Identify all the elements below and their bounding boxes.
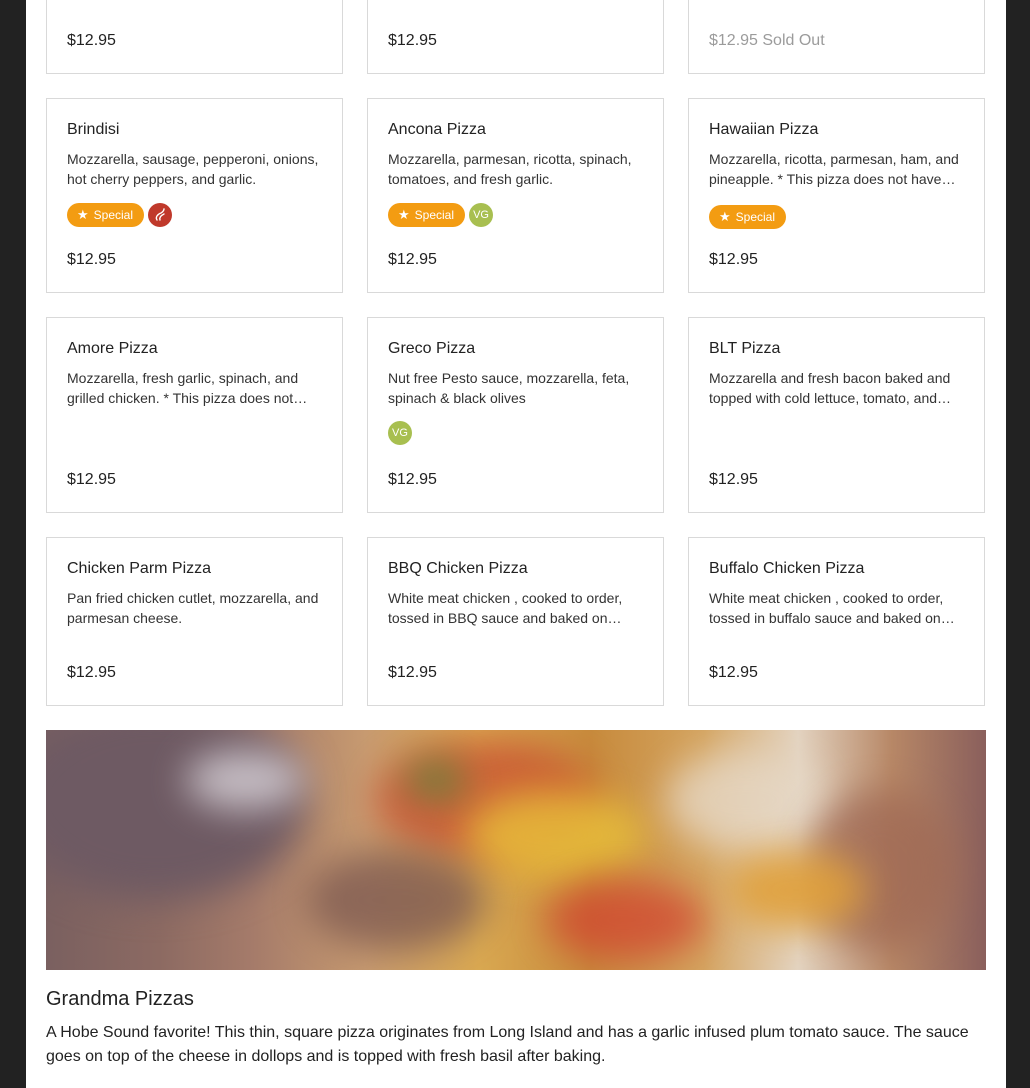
item-description: Mozzarella, sausage, pepperoni, onions, … (67, 151, 319, 187)
menu-item-card[interactable]: Greco Pizza Nut free Pesto sauce, mozzar… (367, 317, 664, 513)
item-price-sold-out: $12.95 Sold Out (709, 32, 825, 49)
hero-image-blob (546, 880, 706, 960)
item-name: Buffalo Chicken Pizza (709, 560, 865, 577)
menu-item-card[interactable]: Brindisi Mozzarella, sausage, pepperoni,… (46, 98, 343, 293)
item-price: $12.95 (388, 664, 437, 681)
menu-items-grid: $12.95 ★ $12.95 ★ $12.95 Sold Out Brindi… (46, 0, 986, 706)
item-description: Pan fried chicken cutlet, mozzarella, an… (67, 590, 319, 626)
item-name: BBQ Chicken Pizza (388, 560, 528, 577)
item-description: White meat chicken , cooked to order, to… (388, 590, 623, 626)
item-name: Hawaiian Pizza (709, 121, 819, 138)
item-description: Mozzarella, parmesan, ricotta, spinach, … (388, 151, 632, 187)
item-price: $12.95 (67, 471, 116, 488)
item-badges: ★ Special (709, 204, 964, 229)
item-name: Brindisi (67, 121, 120, 138)
menu-item-card[interactable]: BLT Pizza Mozzarella and fresh bacon bak… (688, 317, 985, 513)
item-description: Nut free Pesto sauce, mozzarella, feta, … (388, 370, 630, 406)
star-icon: ★ (77, 207, 89, 222)
item-price: $12.95 (388, 471, 437, 488)
menu-item-card[interactable]: ★ $12.95 (367, 0, 664, 74)
item-name: Chicken Parm Pizza (67, 560, 212, 577)
item-price: $12.95 (709, 471, 758, 488)
hero-image-blob (726, 850, 866, 930)
special-badge: ★ Special (709, 204, 787, 229)
item-badges: ★ Special VG (388, 202, 643, 227)
item-price: $12.95 (709, 251, 758, 268)
item-price: $12.95 (67, 32, 116, 49)
menu-item-card[interactable]: Amore Pizza Mozzarella, fresh garlic, sp… (46, 317, 343, 513)
item-badges: VG (388, 420, 643, 445)
section-description: A Hobe Sound favorite! This thin, square… (46, 1024, 969, 1065)
special-badge: ★ Special (388, 202, 466, 227)
vegetarian-badge: VG (469, 202, 494, 227)
hero-image-blob (466, 790, 646, 880)
item-price: $12.95 (388, 251, 437, 268)
menu-item-card[interactable]: Buffalo Chicken Pizza White meat chicken… (688, 537, 985, 706)
item-price: $12.95 (388, 32, 437, 49)
item-name: Amore Pizza (67, 340, 158, 357)
item-name: Greco Pizza (388, 340, 476, 357)
menu-item-card[interactable]: $12.95 (46, 0, 343, 74)
item-price: $12.95 (67, 251, 116, 268)
special-label: Special (414, 207, 455, 222)
item-name: Ancona Pizza (388, 121, 486, 138)
item-price: $12.95 (67, 664, 116, 681)
hero-image-blob (666, 750, 826, 850)
vegetarian-badge: VG (388, 420, 412, 445)
menu-item-card[interactable]: Chicken Parm Pizza Pan fried chicken cut… (46, 537, 343, 706)
item-badges: ★ Special (67, 202, 322, 227)
special-badge: ★ Special (67, 202, 145, 227)
hero-image-blob (406, 760, 466, 800)
menu-item-card[interactable]: BBQ Chicken Pizza White meat chicken , c… (367, 537, 664, 706)
hero-image-blob (186, 750, 306, 810)
item-price: $12.95 (709, 664, 758, 681)
section-title: Grandma Pizzas (46, 988, 194, 1010)
item-description: Mozzarella, fresh garlic, spinach, and g… (67, 370, 308, 406)
item-name: BLT Pizza (709, 340, 781, 357)
special-label: Special (735, 209, 776, 224)
menu-item-card[interactable]: Hawaiian Pizza Mozzarella, ricotta, parm… (688, 98, 985, 293)
special-label: Special (93, 207, 134, 222)
spicy-pepper-icon (148, 202, 173, 227)
menu-item-card[interactable]: Ancona Pizza Mozzarella, parmesan, ricot… (367, 98, 664, 293)
item-description: White meat chicken , cooked to order, to… (709, 590, 955, 626)
section-hero-image (46, 730, 986, 970)
star-icon: ★ (719, 209, 731, 224)
menu-page: $12.95 ★ $12.95 ★ $12.95 Sold Out Brindi… (26, 0, 1006, 1088)
menu-item-card[interactable]: ★ $12.95 Sold Out (688, 0, 985, 74)
hero-image-blob (306, 850, 486, 950)
item-description: Mozzarella, ricotta, parmesan, ham, and … (709, 151, 959, 187)
item-description: Mozzarella and fresh bacon baked and top… (709, 370, 952, 406)
star-icon: ★ (398, 207, 410, 222)
